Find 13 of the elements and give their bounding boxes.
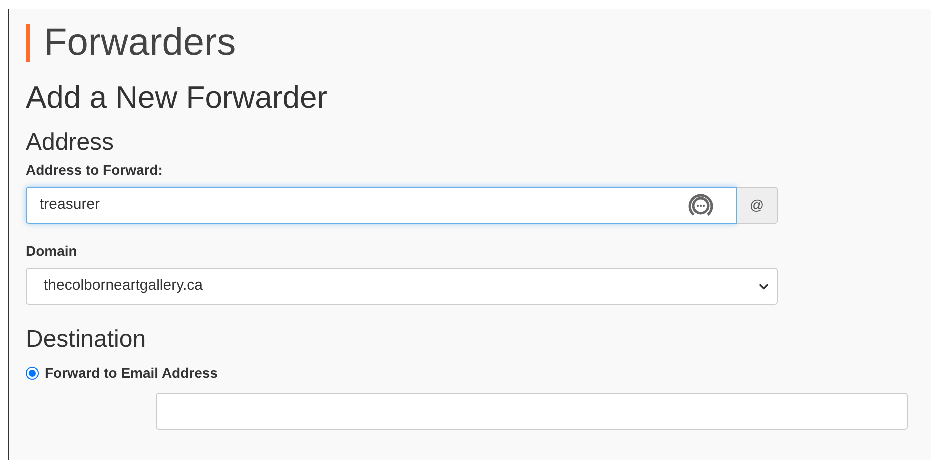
field-label: Address to Forward: (26, 161, 164, 180)
section-heading: Destination (26, 325, 148, 355)
at-addon: @ (737, 187, 778, 224)
section-heading: Address (26, 129, 116, 157)
domain-select[interactable]: thecolborneartgallery.ca (26, 268, 778, 305)
address-input[interactable]: treasurer (26, 187, 737, 224)
field-label: Domain (26, 242, 78, 261)
accent-bar (26, 24, 30, 62)
radio-button[interactable] (26, 367, 39, 380)
page-title: Forwarders (44, 21, 236, 65)
radio-label: Forward to Email Address (45, 364, 218, 383)
email-input[interactable] (156, 393, 908, 430)
section-title: Add a New Forwarder (26, 79, 329, 117)
